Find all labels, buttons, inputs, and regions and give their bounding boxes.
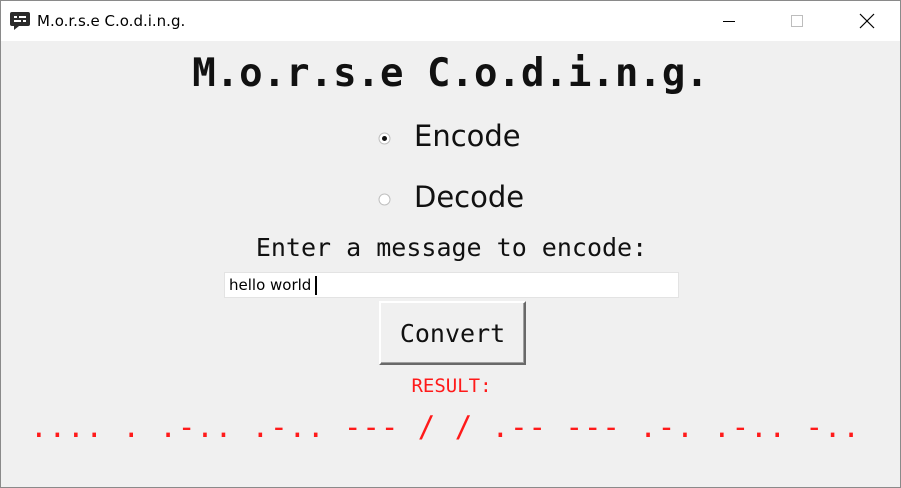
minimize-icon [722,14,736,28]
window-title: M.o.r.s.e C.o.d.i.n.g. [37,12,186,30]
radio-encode[interactable]: Encode [373,116,521,156]
radio-selected-icon[interactable] [378,130,391,144]
maximize-icon [790,14,804,28]
chat-bubble-icon [9,10,31,32]
radio-decode-label: Decode [414,180,525,214]
minimize-button[interactable] [706,1,752,41]
message-input[interactable] [224,272,679,298]
close-icon [859,13,875,29]
convert-button[interactable]: Convert [379,301,526,365]
radio-decode[interactable]: Decode [373,177,524,217]
maximize-button[interactable] [774,1,820,41]
app-heading: M.o.r.s.e C.o.d.i.n.g. [192,51,709,96]
radio-unselected-icon[interactable] [378,191,391,205]
input-prompt: Enter a message to encode: [255,233,648,262]
main-content: M.o.r.s.e C.o.d.i.n.g. Encode Decode Ent… [1,41,900,487]
text-caret [315,276,317,295]
app-window: M.o.r.s.e C.o.d.i.n.g. M.o.r.s.e C.o.d.i… [0,0,901,488]
close-button[interactable] [844,1,890,41]
radio-encode-label: Encode [414,119,521,153]
result-output: .... . .-.. .-.. --- / / .-- --- .-. .-.… [30,410,861,444]
result-label: RESULT: [411,375,492,397]
title-bar[interactable]: M.o.r.s.e C.o.d.i.n.g. [1,1,900,41]
